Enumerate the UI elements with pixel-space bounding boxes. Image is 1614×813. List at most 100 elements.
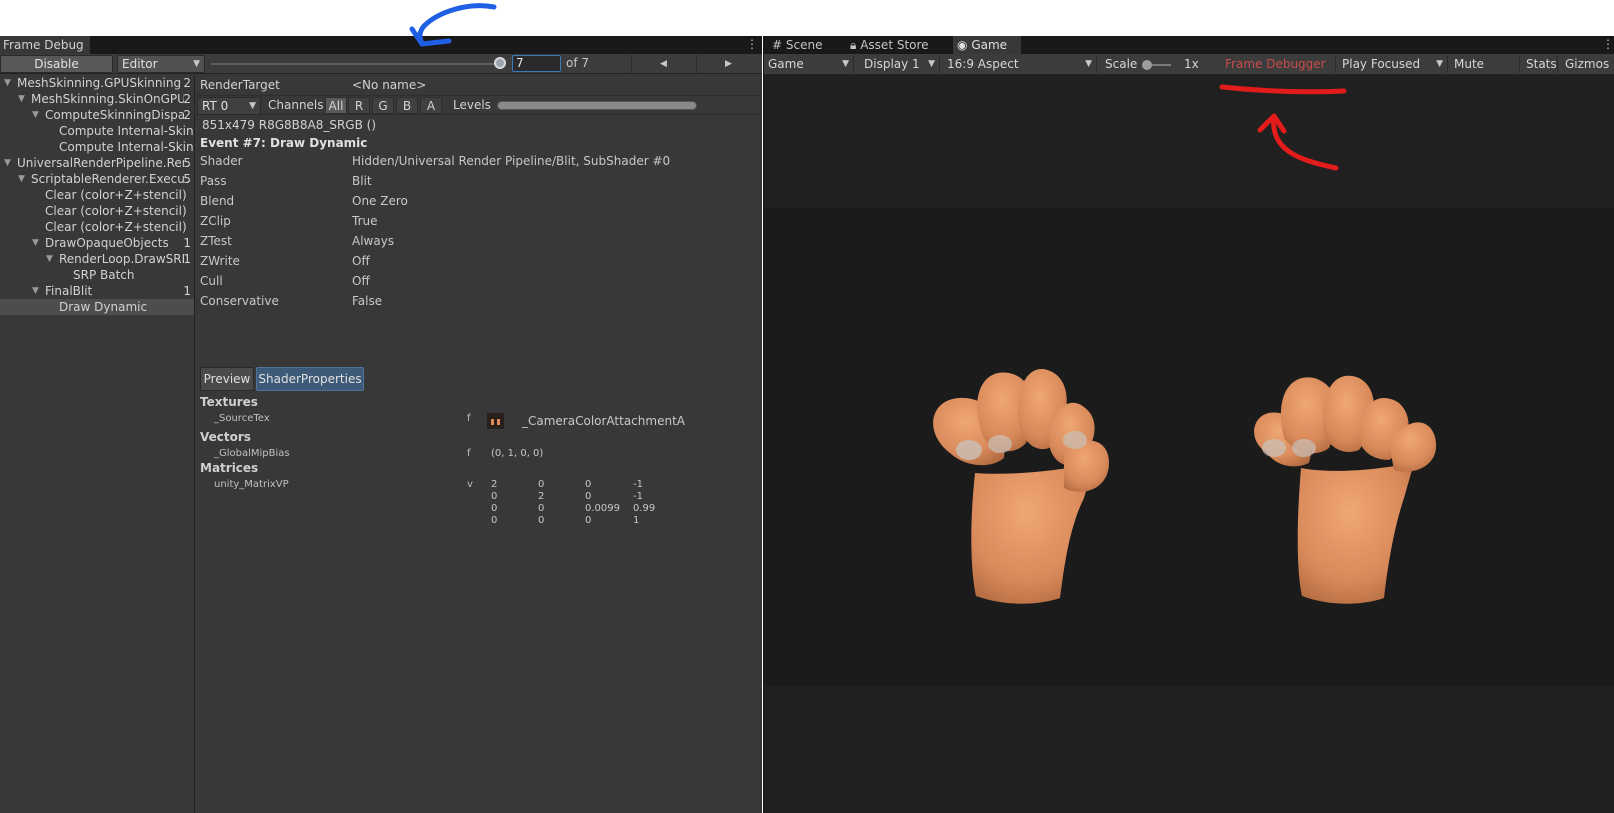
tab-preview[interactable]: Preview [200, 367, 254, 391]
matrix-cell: 2 [538, 491, 545, 502]
disable-button[interactable]: Disable [0, 55, 113, 73]
tree-row-count: 2 [183, 108, 191, 122]
scale-slider-thumb[interactable] [1142, 60, 1152, 70]
display-dropdown[interactable]: Display 1 ▼ [860, 56, 940, 73]
channel-r-button[interactable]: R [348, 97, 370, 114]
kebab-menu-icon[interactable]: ⋮ [746, 37, 758, 51]
tree-row-label: RenderLoop.DrawSRPE [59, 252, 184, 266]
tree-row-label: ScriptableRenderer.Execute [31, 172, 184, 186]
texture-value: _CameraColorAttachmentA [522, 414, 685, 428]
tree-row[interactable]: ▼ ComputeSkinningDispatc 2 [0, 107, 194, 123]
next-event-button[interactable]: ▶ [696, 55, 760, 73]
mute-audio-button[interactable]: Mute Audio [1450, 56, 1520, 88]
tree-row[interactable]: ▼ MeshSkinning.GPUSkinning 2 [0, 75, 194, 91]
vector-name: _GlobalMipBias [214, 448, 290, 459]
channel-a-button[interactable]: A [420, 97, 442, 114]
tree-row-count: 5 [183, 156, 191, 170]
expand-triangle-icon[interactable]: ▼ [46, 251, 53, 267]
rt-dropdown-label: RT 0 [202, 99, 229, 113]
tree-row[interactable]: SRP Batch [0, 267, 194, 283]
lock-icon: 🔒︎ [850, 38, 857, 52]
event-index-input[interactable]: 7 [512, 55, 561, 72]
tree-row[interactable]: Draw Dynamic [0, 299, 194, 315]
tab-asset-store[interactable]: 🔒︎ Asset Store [850, 36, 950, 54]
play-mode-dropdown[interactable]: Play Focused ▼ [1338, 56, 1448, 73]
expand-triangle-icon[interactable]: ▼ [18, 91, 25, 107]
tree-row-label: MeshSkinning.GPUSkinning [17, 76, 182, 90]
channel-all-button[interactable]: All [325, 97, 347, 114]
matrix-cell: 0 [491, 503, 498, 514]
property-value: True [352, 214, 378, 228]
game-mode-dropdown[interactable]: Game ▼ [764, 56, 854, 73]
stats-button[interactable]: Stats [1522, 56, 1558, 73]
channel-g-button[interactable]: G [372, 97, 394, 114]
tree-row[interactable]: Compute Internal-Skinnir [0, 123, 194, 139]
matrix-cell: 0 [585, 479, 592, 490]
property-name: Conservative [200, 294, 279, 308]
tree-row-count: 1 [183, 252, 191, 266]
aspect-label: 16:9 Aspect [947, 57, 1019, 71]
tree-row[interactable]: ▼ MeshSkinning.SkinOnGPU 2 [0, 91, 194, 107]
tree-row[interactable]: Clear (color+Z+stencil) [0, 187, 194, 203]
tree-row[interactable]: Compute Internal-Skinnir [0, 139, 194, 155]
tree-row[interactable]: ▼ UniversalRenderPipeline.Rend 5 [0, 155, 194, 171]
property-value: Blit [352, 174, 372, 188]
event-slider-track[interactable] [211, 63, 501, 65]
tree-row-label: FinalBlit [45, 284, 93, 298]
game-view-window: # Scene 🔒︎ Asset Store ◉ Game ⋮ Game ▼ D… [763, 36, 1614, 813]
tab-shader-properties[interactable]: ShaderProperties [256, 367, 364, 391]
expand-triangle-icon[interactable]: ▼ [4, 75, 11, 91]
matrix-cell: 0.99 [633, 503, 656, 514]
play-mode-label: Play Focused [1342, 57, 1421, 71]
expand-triangle-icon[interactable]: ▼ [32, 283, 39, 299]
expand-triangle-icon[interactable]: ▼ [32, 235, 39, 251]
tree-row[interactable]: ▼ RenderLoop.DrawSRPE 1 [0, 251, 194, 267]
matrix-cell: 0 [538, 479, 545, 490]
tab-game[interactable]: ◉ Game [953, 36, 1021, 54]
levels-range-slider[interactable] [497, 101, 697, 110]
matrix-cell: 0 [585, 515, 592, 526]
channel-b-button[interactable]: B [396, 97, 418, 114]
tab-scene[interactable]: # Scene [772, 36, 844, 54]
hands-render [933, 369, 1437, 604]
frame-debugger-status: Frame Debugger On [1221, 56, 1336, 88]
render-target-value: <No name> [352, 78, 427, 92]
expand-triangle-icon[interactable]: ▼ [4, 155, 11, 171]
tree-row-count: 2 [183, 92, 191, 106]
gizmos-button[interactable]: Gizmos [1561, 56, 1611, 73]
textures-header: Textures [200, 395, 258, 409]
target-dropdown[interactable]: Editor ▼ [117, 55, 205, 73]
grid-icon: # [772, 38, 783, 52]
event-tree: ▼ MeshSkinning.GPUSkinning 2 ▼ MeshSkinning.… [0, 75, 195, 813]
tab-frame-debug[interactable]: Frame Debug [0, 36, 90, 54]
expand-triangle-icon[interactable]: ▼ [18, 171, 25, 187]
chevron-down-icon: ▼ [928, 59, 935, 69]
matrix-cell: 0 [491, 491, 498, 502]
chevron-down-icon: ▼ [1436, 59, 1443, 69]
display-label: Display 1 [864, 57, 920, 71]
tree-row[interactable]: ▼ ScriptableRenderer.Execute 5 [0, 171, 194, 187]
rt-dropdown[interactable]: RT 0 ▼ [197, 97, 261, 115]
previous-event-button[interactable]: ◀ [631, 55, 695, 73]
property-value: Hidden/Universal Render Pipeline/Blit, S… [352, 154, 671, 168]
property-name: ZWrite [200, 254, 240, 268]
tab-asset-store-label: Asset Store [860, 38, 929, 52]
matrix-stage: v [467, 479, 473, 490]
matrix-name: unity_MatrixVP [214, 479, 289, 490]
event-slider-thumb[interactable] [494, 57, 506, 69]
texture-thumbnail-icon[interactable] [487, 413, 504, 429]
matrices-header: Matrices [200, 461, 259, 475]
tree-row-count: 1 [183, 284, 191, 298]
matrix-cell: 0.0099 [585, 503, 620, 514]
texture-name: _SourceTex [214, 413, 270, 424]
matrix-cell: 0 [538, 515, 545, 526]
tree-row[interactable]: ▼ FinalBlit 1 [0, 283, 194, 299]
tree-row[interactable]: Clear (color+Z+stencil) [0, 219, 194, 235]
aspect-dropdown[interactable]: 16:9 Aspect ▼ [943, 56, 1097, 73]
tree-row[interactable]: Clear (color+Z+stencil) [0, 203, 194, 219]
expand-triangle-icon[interactable]: ▼ [32, 107, 39, 123]
kebab-menu-icon[interactable]: ⋮ [1602, 37, 1614, 51]
tree-row[interactable]: ▼ DrawOpaqueObjects 1 [0, 235, 194, 251]
game-viewport[interactable] [764, 75, 1614, 813]
tree-row-label: SRP Batch [73, 268, 135, 282]
